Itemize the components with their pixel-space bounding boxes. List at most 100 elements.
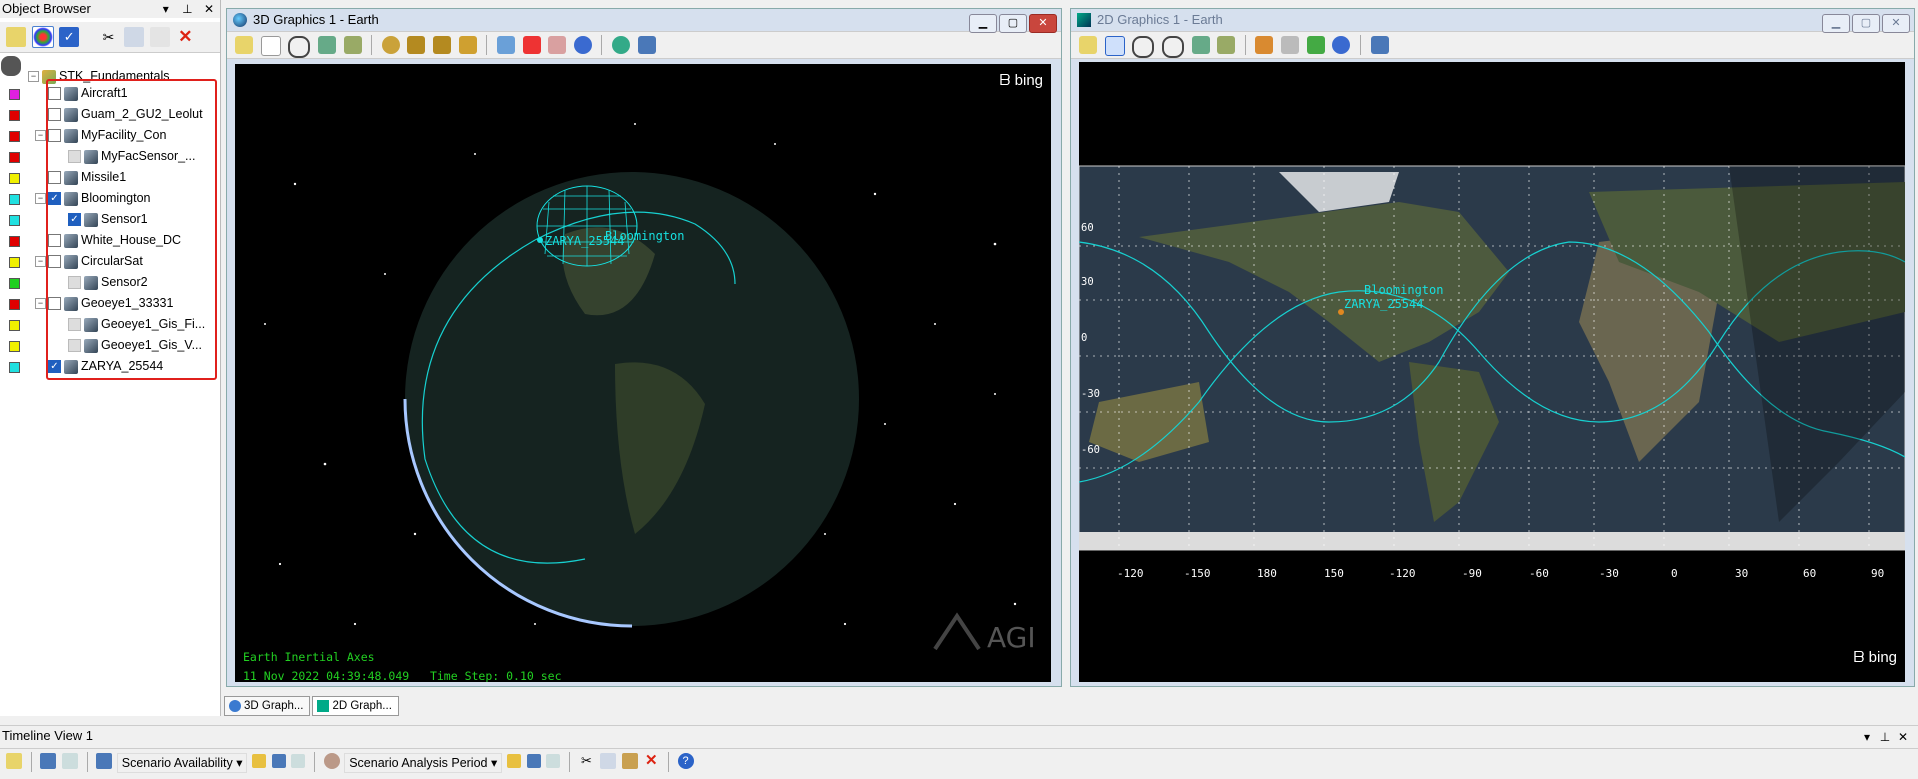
- object-color-swatch[interactable]: [9, 278, 20, 289]
- tab-2d-graphics[interactable]: 2D Graph...: [312, 696, 399, 716]
- lon-label: -120: [1389, 567, 1416, 580]
- measure-icon[interactable]: [496, 36, 515, 54]
- screenshot-icon[interactable]: [637, 36, 656, 54]
- annotation-icon[interactable]: [522, 36, 541, 54]
- bing-logo: ᗷ bing: [1854, 649, 1897, 666]
- zoom-out-icon[interactable]: [1161, 36, 1184, 58]
- collapse-icon[interactable]: −: [35, 256, 46, 267]
- panel-pin-icon[interactable]: ⊥: [178, 0, 196, 18]
- collapse-icon[interactable]: −: [28, 71, 39, 83]
- viewport-2d[interactable]: Bloomington ZARYA_25544 ᗷ bing 60 30 0 -…: [1079, 62, 1905, 682]
- antarctica-land: [1079, 532, 1905, 550]
- checkbox-toggle-icon[interactable]: ✓: [59, 27, 80, 47]
- map-icon[interactable]: [612, 36, 630, 54]
- close-button[interactable]: ✕: [1882, 14, 1910, 33]
- view-from-icon[interactable]: [317, 36, 336, 54]
- edit-icon[interactable]: [506, 754, 521, 768]
- collapse-icon[interactable]: −: [35, 130, 46, 141]
- datetime: 11 Nov 2022 04:39:48.049: [243, 669, 410, 682]
- panel-close-icon[interactable]: ✕: [1894, 728, 1912, 746]
- panel-close-icon[interactable]: ✕: [200, 0, 218, 18]
- maximize-button[interactable]: ▢: [999, 14, 1027, 33]
- home-view-icon[interactable]: [407, 36, 426, 54]
- paste-icon[interactable]: [149, 27, 170, 47]
- map-2d-icon: [317, 699, 330, 712]
- collapse-icon[interactable]: −: [35, 298, 46, 309]
- panel-pin-icon[interactable]: ⊥: [1876, 728, 1894, 746]
- properties-icon[interactable]: [235, 36, 253, 54]
- reset-view-icon[interactable]: [433, 36, 451, 54]
- pan-hand-icon[interactable]: [260, 36, 281, 56]
- edit-icon[interactable]: [252, 754, 267, 768]
- object-color-swatch[interactable]: [9, 236, 20, 247]
- projection-icon[interactable]: [1255, 36, 1274, 54]
- copy-icon[interactable]: [124, 27, 145, 47]
- object-color-swatch[interactable]: [9, 257, 20, 268]
- panel-menu-icon[interactable]: ▾: [157, 0, 175, 18]
- object-color-swatch[interactable]: [9, 341, 20, 352]
- toolbar-separator: [601, 35, 603, 55]
- properties-icon[interactable]: [1079, 36, 1097, 54]
- delete-icon[interactable]: ✕: [175, 27, 195, 47]
- save-icon[interactable]: [526, 754, 541, 768]
- timeline-icon[interactable]: [40, 753, 57, 769]
- object-color-swatch[interactable]: [9, 194, 20, 205]
- object-color-swatch[interactable]: [9, 89, 20, 100]
- timeline-panel: Timeline View 1 ▾ ⊥ ✕ Scenario Availabilit…: [0, 725, 1918, 779]
- scene-3d: ZARYA_25544 Bloomington AGI: [264, 123, 1036, 654]
- globe-icon: [233, 13, 247, 27]
- save-icon[interactable]: [271, 754, 286, 768]
- object-color-swatch[interactable]: [9, 362, 20, 373]
- delete-icon[interactable]: ✕: [643, 753, 659, 769]
- chevron-down-icon: ▾: [490, 756, 498, 770]
- zoom-icon[interactable]: [288, 36, 311, 58]
- globe-manager-icon[interactable]: [573, 36, 592, 54]
- link-icon[interactable]: [546, 754, 561, 768]
- analysis-period-dropdown[interactable]: Scenario Analysis Period ▾: [344, 753, 503, 773]
- lat-label: -60: [1081, 444, 1100, 456]
- object-color-swatch[interactable]: [9, 320, 20, 331]
- zoom-in-icon[interactable]: [1132, 36, 1155, 58]
- object-color-swatch[interactable]: [9, 131, 20, 142]
- binoculars-icon[interactable]: [1, 56, 21, 76]
- object-color-swatch[interactable]: [9, 215, 20, 226]
- minimize-button[interactable]: ▁: [969, 14, 997, 33]
- new-object-icon[interactable]: [6, 27, 26, 47]
- cut-icon[interactable]: ✂: [99, 27, 119, 47]
- refresh-icon[interactable]: [61, 753, 78, 769]
- cut-icon[interactable]: ✂: [578, 753, 594, 769]
- panel-menu-icon[interactable]: ▾: [1858, 728, 1876, 746]
- collapse-icon[interactable]: −: [35, 193, 46, 204]
- lon-label: -90: [1462, 567, 1482, 580]
- map-properties-icon[interactable]: [1217, 36, 1236, 54]
- paste-icon[interactable]: [621, 753, 638, 769]
- properties-icon[interactable]: [6, 753, 22, 769]
- availability-dropdown[interactable]: Scenario Availability ▾: [116, 753, 248, 773]
- object-color-swatch[interactable]: [9, 110, 20, 121]
- pan-hand-icon[interactable]: [1104, 36, 1125, 56]
- layers-icon[interactable]: [1306, 36, 1325, 54]
- viewport-3d[interactable]: ZARYA_25544 Bloomington AGI ᗷ bing Earth…: [235, 64, 1051, 682]
- color-picker-icon[interactable]: [31, 26, 54, 48]
- ruler-icon[interactable]: [548, 36, 567, 54]
- screenshot-icon[interactable]: [1370, 36, 1389, 54]
- eye-icon[interactable]: [381, 36, 400, 54]
- view-to-icon[interactable]: [343, 36, 362, 54]
- globe-manager-icon[interactable]: [1332, 36, 1351, 54]
- link-icon[interactable]: [291, 754, 306, 768]
- axes-label: Earth Inertial Axes: [243, 650, 375, 664]
- help-icon[interactable]: ?: [677, 753, 694, 769]
- label-bloomington-2d: Bloomington: [1364, 283, 1443, 297]
- view-icon[interactable]: [1191, 36, 1210, 54]
- ratio-icon[interactable]: [1281, 36, 1299, 54]
- object-color-swatch[interactable]: [9, 173, 20, 184]
- object-color-swatch[interactable]: [9, 152, 20, 163]
- tab-3d-graphics[interactable]: 3D Graph...: [224, 696, 311, 716]
- orient-icon[interactable]: [458, 36, 477, 54]
- minimize-button[interactable]: ▁: [1822, 14, 1850, 33]
- object-color-swatch[interactable]: [9, 299, 20, 310]
- copy-icon[interactable]: [600, 753, 617, 769]
- maximize-button[interactable]: ▢: [1852, 14, 1880, 33]
- close-button[interactable]: ✕: [1029, 14, 1057, 33]
- window-3d-graphics: 3D Graphics 1 - Earth ▁ ▢ ✕ ZARYA_25544 …: [226, 8, 1062, 687]
